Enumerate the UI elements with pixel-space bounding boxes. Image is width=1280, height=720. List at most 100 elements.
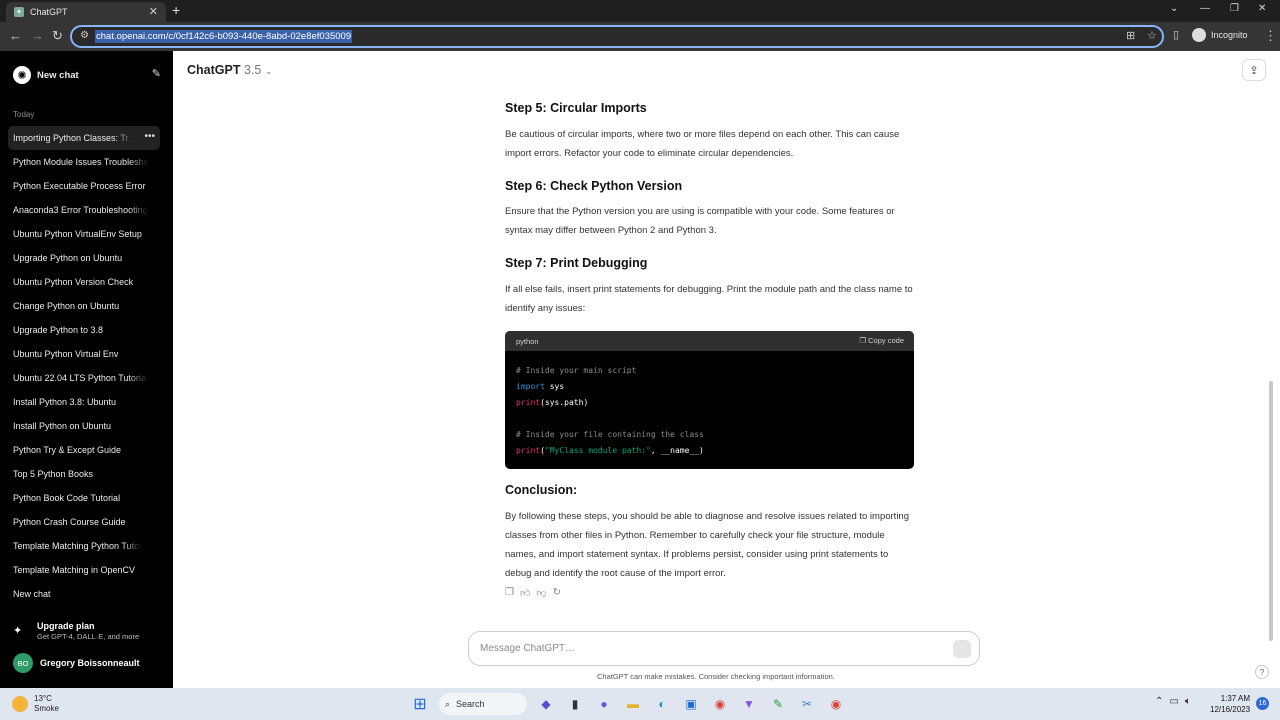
help-button[interactable]: ?	[1255, 665, 1269, 679]
history-item-label: Change Python on Ubuntu	[13, 301, 120, 311]
chatgpt-favicon-icon: ✦	[14, 7, 24, 17]
qr-code-icon[interactable]: ⊞	[1126, 29, 1135, 42]
history-item[interactable]: Top 5 Python Books	[8, 462, 160, 486]
history-item[interactable]: Ubuntu Python VirtualEnv Setup	[8, 222, 160, 246]
taskbar-apps: ⊞ ⌕ Search ◆ ▮ ● ▬ ◐ ▣ ◉ ▼ ✎ ✂ ◉	[410, 693, 846, 715]
copy-code-label: Copy code	[868, 336, 904, 345]
incognito-indicator[interactable]: Incognito	[1192, 28, 1248, 42]
notepad-app-icon[interactable]: ✎	[768, 694, 788, 714]
history-item[interactable]: Upgrade Python to 3.8	[8, 318, 160, 342]
close-window-button[interactable]: ✕	[1258, 3, 1266, 14]
thumbs-down-icon[interactable]: 👎︎	[536, 587, 546, 599]
step7-heading: Step 7: Print Debugging	[505, 256, 648, 270]
tab-title: ChatGPT	[30, 7, 68, 17]
code-function: print	[516, 446, 541, 455]
edit-icon[interactable]: ✎	[152, 67, 161, 80]
history-item[interactable]: Python Try & Except Guide	[8, 438, 160, 462]
chat-app-icon[interactable]: ●	[594, 694, 614, 714]
widgets-icon[interactable]: ◆	[536, 694, 556, 714]
history-item[interactable]: Anaconda3 Error Troubleshooting	[8, 198, 160, 222]
tab-search-icon[interactable]: ⌄	[1170, 3, 1178, 14]
history-item[interactable]: Python Crash Course Guide	[8, 510, 160, 534]
history-item-label: Python Executable Process Error	[13, 181, 146, 191]
file-explorer-icon[interactable]: ▮	[565, 694, 585, 714]
back-button[interactable]: ←	[9, 28, 22, 43]
history-item-label: Ubuntu Python Version Check	[13, 277, 134, 287]
history-item[interactable]: Python Book Code Tutorial	[8, 486, 160, 510]
share-button[interactable]: ⇪	[1242, 59, 1266, 81]
restore-button[interactable]: ❐	[1230, 3, 1239, 14]
chrome-icon[interactable]: ◉	[710, 694, 730, 714]
new-chat-button[interactable]: ✺ New chat ✎	[13, 65, 161, 85]
history-item[interactable]: Ubuntu 22.04 LTS Python Tutorial	[8, 366, 160, 390]
scrollbar[interactable]	[1269, 381, 1273, 641]
step5-text: Be cautious of circular imports, where t…	[505, 129, 900, 159]
more-options-icon[interactable]: •••	[144, 131, 155, 142]
new-tab-button[interactable]: +	[172, 2, 180, 18]
send-button[interactable]: ↑	[953, 640, 971, 658]
history-item[interactable]: Template Matching in OpenCV	[8, 558, 160, 582]
user-menu-button[interactable]: BO Gregory Boissonneault	[13, 653, 140, 673]
history-item[interactable]: Importing Python Classes: Tr •••	[8, 126, 160, 150]
code-keyword: import	[516, 382, 545, 391]
model-name: ChatGPT	[187, 63, 241, 77]
address-bar[interactable]: ⚙ chat.openai.com/c/0cf142c6-b093-440e-8…	[70, 25, 1164, 48]
history-item-label: Template Matching Python Tutor	[13, 541, 143, 551]
bookmark-star-icon[interactable]: ☆	[1147, 29, 1157, 42]
history-item[interactable]: Upgrade Python on Ubuntu	[8, 246, 160, 270]
taskbar-search-label: Search	[456, 699, 485, 709]
message-actions: ❐ 👍︎ 👎︎ ↻	[505, 587, 561, 599]
message-placeholder: Message ChatGPT…	[480, 643, 576, 654]
taskbar-search[interactable]: ⌕ Search	[439, 693, 527, 715]
history-item[interactable]: Python Executable Process Error	[8, 174, 160, 198]
windows-start-icon[interactable]: ⊞	[410, 694, 430, 714]
message-input[interactable]: Message ChatGPT… ↑	[468, 631, 980, 666]
incognito-icon	[1192, 28, 1206, 42]
site-info-icon[interactable]: ⚙	[80, 30, 89, 41]
browser-menu-icon[interactable]: ⋮	[1264, 28, 1277, 44]
folder-icon[interactable]: ▬	[623, 694, 643, 714]
thumbs-up-icon[interactable]: 👍︎	[520, 587, 530, 599]
minimize-button[interactable]: —	[1200, 3, 1210, 14]
snipping-tool-icon[interactable]: ✂	[797, 694, 817, 714]
history-item[interactable]: New chat	[8, 582, 160, 606]
history-item[interactable]: Install Python on Ubuntu	[8, 414, 160, 438]
history-item[interactable]: Change Python on Ubuntu	[8, 294, 160, 318]
forward-button[interactable]: →	[31, 28, 44, 43]
regenerate-icon[interactable]: ↻	[553, 587, 561, 599]
step6-heading: Step 6: Check Python Version	[505, 179, 683, 193]
history-item-label: Upgrade Python to 3.8	[13, 325, 104, 335]
network-icon[interactable]: ▭	[1169, 696, 1178, 707]
chrome-active-icon[interactable]: ◉	[826, 694, 846, 714]
url-text[interactable]: chat.openai.com/c/0cf142c6-b093-440e-8ab…	[95, 30, 353, 43]
history-item-label: Importing Python Classes: Tr	[13, 133, 129, 143]
reload-button[interactable]: ↻	[52, 28, 63, 44]
browser-tab[interactable]: ✦ ChatGPT ✕	[6, 2, 166, 22]
chevron-down-icon: ⌄	[264, 66, 273, 76]
volume-icon[interactable]: 🔈︎	[1185, 696, 1191, 707]
store-icon[interactable]: ▣	[681, 694, 701, 714]
model-selector[interactable]: ChatGPT 3.5 ⌄	[187, 63, 272, 77]
side-panel-icon[interactable]: ▯	[1173, 28, 1179, 41]
notification-badge[interactable]: 16	[1256, 697, 1269, 710]
history-item[interactable]: Ubuntu Python Version Check	[8, 270, 160, 294]
close-tab-icon[interactable]: ✕	[149, 5, 158, 18]
history-item[interactable]: Ubuntu Python Virtual Env	[8, 342, 160, 366]
copy-icon[interactable]: ❐	[505, 587, 514, 599]
history-item[interactable]: Template Matching Python Tutor	[8, 534, 160, 558]
edge-browser-icon[interactable]: ◐	[652, 694, 672, 714]
vpn-app-icon[interactable]: ▼	[739, 694, 759, 714]
history-item-label: Ubuntu 22.04 LTS Python Tutorial	[13, 373, 148, 383]
new-chat-label: New chat	[37, 69, 79, 81]
history-item-label: Python Book Code Tutorial	[13, 493, 121, 503]
weather-widget[interactable]: 13°C Smoke	[12, 694, 59, 714]
chevron-up-icon[interactable]: ⌃	[1155, 696, 1163, 707]
code-line: # Inside your file containing the class	[516, 430, 704, 439]
history-item[interactable]: Install Python 3.8: Ubuntu	[8, 390, 160, 414]
history-item[interactable]: Python Module Issues Troublesho	[8, 150, 160, 174]
copy-code-button[interactable]: ❐ Copy code	[859, 336, 904, 345]
upgrade-plan-button[interactable]: ✦ Upgrade plan Get GPT-4, DALL·E, and mo…	[13, 621, 163, 641]
code-language: python	[516, 336, 539, 346]
chat-history-list: Importing Python Classes: Tr ••• Python …	[8, 126, 160, 606]
clock[interactable]: 1:37 AM 12/16/2023	[1210, 693, 1250, 715]
